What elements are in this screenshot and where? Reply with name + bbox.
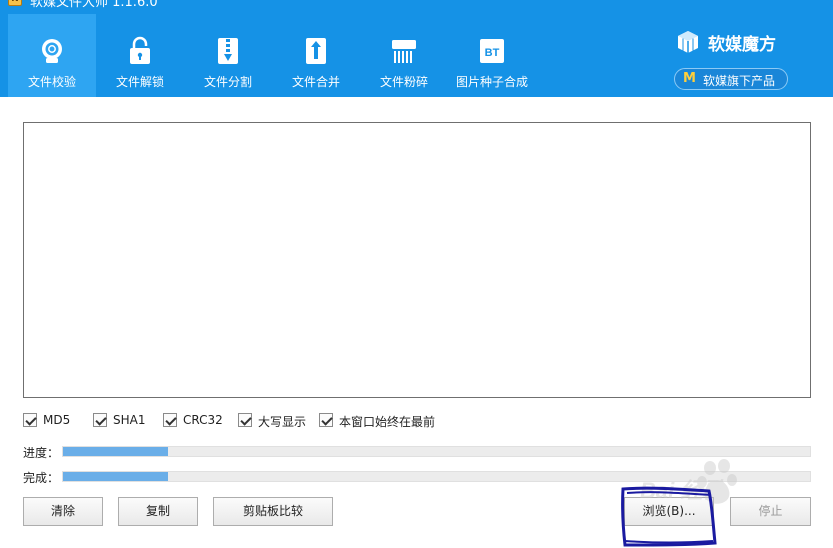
checkbox-always-on-top[interactable]	[319, 413, 333, 427]
tab-label: 图片种子合成	[455, 75, 528, 89]
products-button-label: 软媒旗下产品	[703, 74, 776, 88]
option-label: 本窗口始终在最前	[339, 415, 436, 429]
tab-file-shred[interactable]: 文件粉碎	[360, 14, 448, 97]
option-label: MD5	[43, 413, 71, 427]
checkbox-crc32[interactable]	[163, 413, 177, 427]
tab-image-torrent[interactable]: BT 图片种子合成	[448, 14, 536, 97]
tab-label: 文件合并	[291, 75, 340, 89]
tab-label: 文件分割	[203, 75, 252, 89]
merge-arrow-icon	[306, 38, 326, 64]
checkbox-md5[interactable]	[23, 413, 37, 427]
checkbox-sha1[interactable]	[93, 413, 107, 427]
clear-button[interactable]: 清除	[23, 497, 103, 526]
copy-button[interactable]: 复制	[118, 497, 198, 526]
option-label: 大写显示	[258, 415, 307, 429]
bt-glyph: BT	[485, 47, 500, 59]
completion-fill	[63, 472, 168, 481]
magnifier-icon	[42, 39, 62, 63]
maximize-button[interactable]: ☐	[767, 0, 787, 4]
clipboard-compare-button[interactable]: 剪贴板比较	[213, 497, 333, 526]
tab-file-verify[interactable]: 文件校验	[8, 14, 96, 97]
progress-fill	[63, 447, 168, 456]
cube-icon	[678, 31, 698, 53]
m-logo-icon: M	[683, 71, 696, 86]
completion-label: 完成：	[23, 471, 60, 485]
minimize-button[interactable]: –	[740, 0, 760, 4]
close-button[interactable]: ✕	[800, 0, 820, 4]
tab-file-split[interactable]: 文件分割	[184, 14, 272, 97]
progress-label: 进度：	[23, 446, 60, 460]
shredder-icon	[392, 40, 416, 63]
brand-name: 软媒魔方	[708, 35, 776, 55]
tab-file-unlock[interactable]: 文件解锁	[96, 14, 184, 97]
option-label: CRC32	[183, 413, 223, 427]
tab-label: 文件解锁	[115, 75, 164, 89]
tab-label: 文件校验	[27, 75, 76, 89]
products-button[interactable]: M 软媒旗下产品	[674, 68, 788, 90]
progress-bar	[62, 446, 811, 457]
title-bar: N 软媒文件大师 1.1.6.0 – ☐ ✕	[0, 0, 833, 10]
bt-icon: BT	[480, 39, 504, 63]
option-label: SHA1	[113, 413, 146, 427]
tab-label: 文件粉碎	[379, 75, 428, 89]
zipper-split-icon	[218, 38, 238, 64]
checkbox-uppercase[interactable]	[238, 413, 252, 427]
header-bar: N 软媒文件大师 1.1.6.0 – ☐ ✕ 文件校验 文件解锁	[0, 0, 833, 97]
window-title: 软媒文件大师 1.1.6.0	[30, 0, 158, 10]
result-output-area[interactable]	[23, 122, 811, 398]
app-icon: N	[8, 0, 22, 6]
hand-drawn-highlight	[621, 486, 717, 547]
tab-file-merge[interactable]: 文件合并	[272, 14, 360, 97]
lock-icon	[130, 36, 150, 64]
